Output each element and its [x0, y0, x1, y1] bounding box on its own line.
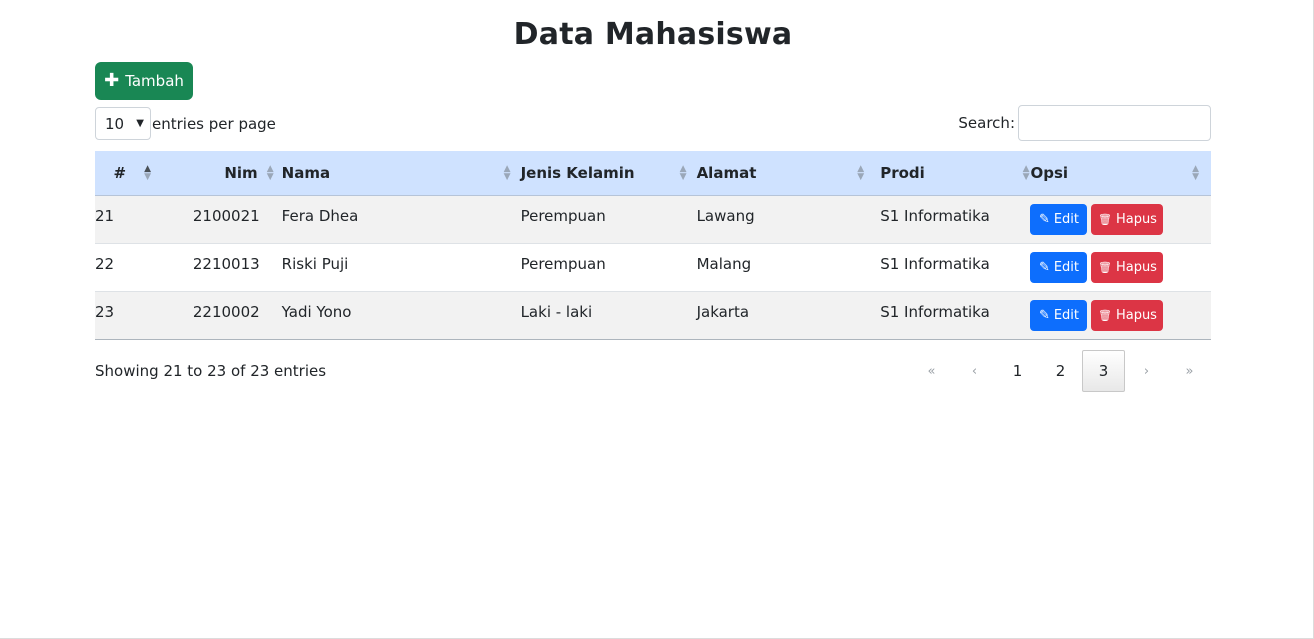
row-nama: Yadi Yono: [281, 303, 352, 321]
column-header-prodi[interactable]: Prodi ▲ ▼: [880, 151, 1030, 195]
trash-icon: 🗑: [1097, 212, 1112, 226]
row-prodi: S1 Informatika: [880, 255, 990, 273]
column-header-alamat[interactable]: Alamat ▲ ▼: [697, 151, 881, 195]
table-row: 22 2210013 Riski Puji Perempuan Malang S1 Inf…: [95, 243, 1211, 291]
search-input[interactable]: [1018, 105, 1211, 141]
column-header-label: Alamat: [696, 163, 757, 182]
edit-button-label: Edit: [1053, 259, 1080, 275]
pagination-page-1[interactable]: 1: [996, 350, 1039, 392]
row-jenis-kelamin: Laki - laki: [520, 303, 593, 321]
pagination-page-3[interactable]: 3: [1082, 350, 1125, 392]
sort-icon: ▲ ▼: [503, 163, 511, 182]
table-info: Showing 21 to 23 of 23 entries: [95, 362, 327, 380]
search-label: Search:: [958, 114, 1015, 132]
data-table: # ▲ ▼ Nim ▲ ▼ Nama ▲ ▼ Jenis Kelamin ▲ ▼ Alamat ▲ ▼ Pro…: [95, 151, 1211, 340]
row-alamat: Lawang: [696, 207, 755, 225]
pencil-icon: ✎: [1038, 211, 1050, 227]
delete-button[interactable]: 🗑 Hapus: [1091, 203, 1164, 235]
sort-icon: ▲ ▼: [1022, 163, 1030, 182]
row-actions: ✎ Edit 🗑 Hapus: [1030, 251, 1211, 283]
delete-button[interactable]: 🗑 Hapus: [1091, 299, 1164, 331]
pagination-prev[interactable]: ‹: [953, 350, 996, 392]
column-header-opsi[interactable]: Opsi ▲ ▼: [1030, 151, 1211, 195]
page-length-select[interactable]: 10 ▼: [95, 107, 151, 140]
delete-button-label: Hapus: [1115, 259, 1157, 275]
pencil-icon: ✎: [1038, 259, 1050, 275]
row-number: 23: [95, 303, 115, 321]
pagination-page-2[interactable]: 2: [1039, 350, 1082, 392]
edit-button-label: Edit: [1053, 307, 1080, 323]
add-button[interactable]: ✚ Tambah: [95, 62, 193, 100]
row-number: 22: [95, 255, 115, 273]
row-actions: ✎ Edit 🗑 Hapus: [1030, 203, 1211, 235]
sort-icon: ▲ ▼: [1192, 163, 1199, 182]
trash-icon: 🗑: [1097, 260, 1112, 274]
column-header-label: Prodi: [880, 163, 925, 182]
edit-button[interactable]: ✎ Edit: [1030, 299, 1088, 331]
row-actions: ✎ Edit 🗑 Hapus: [1030, 299, 1211, 331]
table-row: 23 2210002 Yadi Yono Laki - laki Jakarta S1 I…: [95, 291, 1211, 339]
search-control: Search:: [958, 105, 1211, 141]
column-header-nama[interactable]: Nama ▲ ▼: [282, 151, 521, 195]
row-nim: 2210013: [192, 255, 260, 273]
delete-button[interactable]: 🗑 Hapus: [1091, 251, 1164, 283]
table-header-row: # ▲ ▼ Nim ▲ ▼ Nama ▲ ▼ Jenis Kelamin ▲ ▼ Alamat ▲ ▼ Pro…: [95, 151, 1211, 195]
column-header-label: #: [113, 163, 127, 182]
row-prodi: S1 Informatika: [880, 303, 990, 321]
pagination-first[interactable]: «: [910, 350, 953, 392]
row-nama: Fera Dhea: [281, 207, 359, 225]
row-alamat: Malang: [696, 255, 752, 273]
delete-button-label: Hapus: [1115, 307, 1157, 323]
row-nim: 2100021: [192, 207, 260, 225]
pencil-icon: ✎: [1038, 307, 1050, 323]
add-button-label: Tambah: [125, 72, 184, 90]
page-title: Data Mahasiswa: [513, 17, 793, 52]
column-header-label: Nim: [224, 163, 258, 182]
column-header-jenis-kelamin[interactable]: Jenis Kelamin ▲ ▼: [521, 151, 697, 195]
column-header-label: Nama: [281, 163, 331, 182]
table-row: 21 2100021 Fera Dhea Perempuan Lawang S1 Info…: [95, 195, 1211, 243]
column-header-nim[interactable]: Nim ▲ ▼: [155, 151, 282, 195]
sort-icon: ▲ ▼: [144, 163, 152, 182]
page-length-label: entries per page: [152, 114, 276, 133]
pagination-last[interactable]: »: [1168, 350, 1211, 392]
row-alamat: Jakarta: [696, 303, 750, 321]
sort-icon: ▲ ▼: [857, 163, 865, 182]
table-body: 21 2100021 Fera Dhea Perempuan Lawang S1 Info…: [95, 195, 1211, 339]
trash-icon: 🗑: [1097, 308, 1112, 322]
row-prodi: S1 Informatika: [880, 207, 990, 225]
row-jenis-kelamin: Perempuan: [520, 207, 606, 225]
edit-button[interactable]: ✎ Edit: [1030, 203, 1088, 235]
row-number: 21: [95, 207, 115, 225]
delete-button-label: Hapus: [1115, 211, 1157, 227]
pagination-next[interactable]: ›: [1125, 350, 1168, 392]
sort-icon: ▲ ▼: [679, 163, 687, 182]
page-length-value: 10: [105, 114, 125, 133]
row-jenis-kelamin: Perempuan: [520, 255, 606, 273]
column-header-label: Opsi: [1030, 163, 1069, 182]
pagination: « ‹ 1 2 3 › »: [910, 350, 1211, 392]
row-nim: 2210002: [192, 303, 260, 321]
page-length-control: 10 ▼ entries per page: [95, 107, 276, 140]
chevron-down-icon: ▼: [136, 118, 144, 129]
row-nama: Riski Puji: [281, 255, 349, 273]
sort-icon: ▲ ▼: [266, 163, 274, 182]
edit-button[interactable]: ✎ Edit: [1030, 251, 1088, 283]
column-header-no[interactable]: # ▲ ▼: [95, 151, 155, 195]
plus-icon: ✚: [104, 70, 120, 91]
column-header-label: Jenis Kelamin: [520, 163, 635, 182]
edit-button-label: Edit: [1053, 211, 1080, 227]
